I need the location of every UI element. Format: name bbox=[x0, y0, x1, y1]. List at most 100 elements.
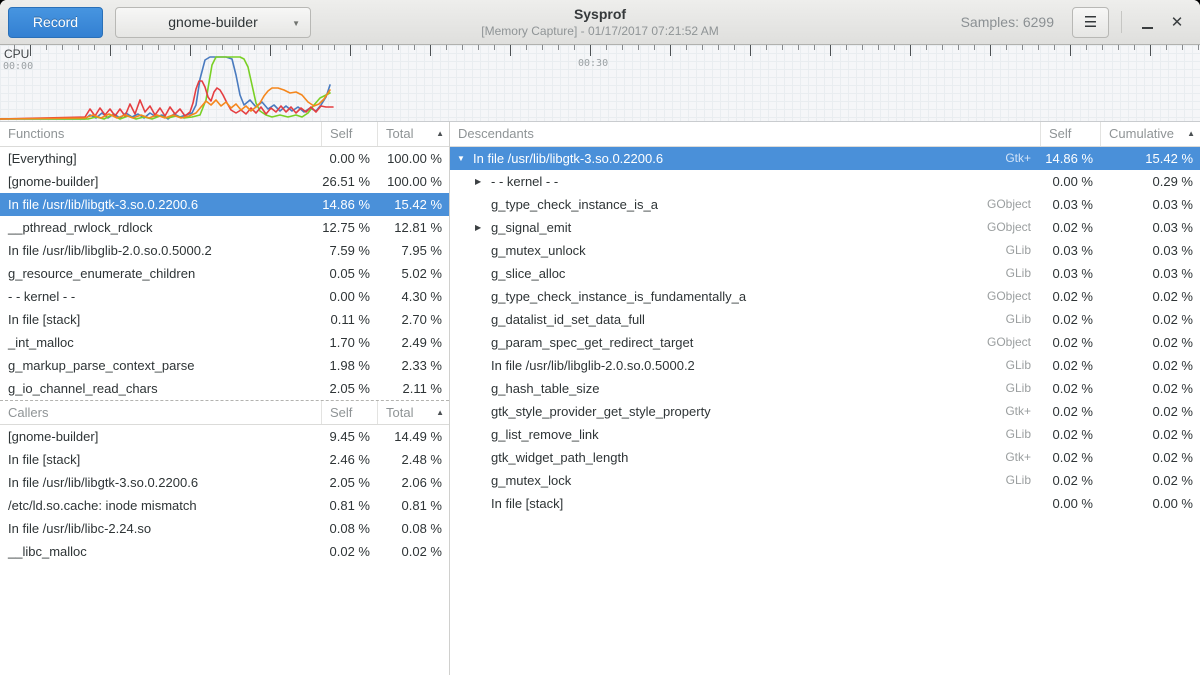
descendant-name: g_signal_emit bbox=[491, 216, 571, 239]
descendant-row[interactable]: g_datalist_id_set_data_full GLib 0.02 % … bbox=[450, 308, 1200, 331]
function-name: _int_malloc bbox=[8, 331, 74, 354]
descendant-cumulative-percent: 0.02 % bbox=[1100, 285, 1200, 308]
function-total-percent: 2.70 % bbox=[377, 308, 449, 331]
descendant-self-percent: 0.00 % bbox=[1040, 170, 1100, 193]
function-name: g_markup_parse_context_parse bbox=[8, 354, 194, 377]
menu-button[interactable]: ☰ bbox=[1072, 7, 1109, 38]
callers-total-column-header[interactable]: Total ▲ bbox=[377, 401, 449, 424]
descendant-row[interactable]: In file /usr/lib/libglib-2.0.so.0.5000.2… bbox=[450, 354, 1200, 377]
descendant-row[interactable]: ▶ g_signal_emit GObject 0.02 % 0.03 % bbox=[450, 216, 1200, 239]
caller-row[interactable]: [gnome-builder] 9.45 % 14.49 % bbox=[0, 425, 449, 448]
function-total-percent: 2.49 % bbox=[377, 331, 449, 354]
library-tag: GLib bbox=[1000, 239, 1040, 262]
chevron-down-icon: ▼ bbox=[292, 19, 300, 28]
caller-row[interactable]: __libc_malloc 0.02 % 0.02 % bbox=[0, 540, 449, 563]
timeline-start-time: 00:00 bbox=[3, 61, 33, 72]
cpu-timeline-graph[interactable]: CPU 00:00 00:30 bbox=[0, 45, 1200, 122]
function-row[interactable]: _int_malloc 1.70 % 2.49 % bbox=[0, 331, 449, 354]
cpu-graph-canvas bbox=[0, 45, 1200, 121]
callers-self-column-header[interactable]: Self bbox=[321, 401, 377, 424]
timeline-mid-time: 00:30 bbox=[578, 58, 608, 69]
descendant-row[interactable]: gtk_style_provider_get_style_property Gt… bbox=[450, 400, 1200, 423]
function-row[interactable]: g_io_channel_read_chars 2.05 % 2.11 % bbox=[0, 377, 449, 400]
function-total-percent: 100.00 % bbox=[377, 170, 449, 193]
descendant-row[interactable]: g_type_check_instance_is_fundamentally_a… bbox=[450, 285, 1200, 308]
descendant-row[interactable]: g_mutex_unlock GLib 0.03 % 0.03 % bbox=[450, 239, 1200, 262]
descendant-name: g_type_check_instance_is_fundamentally_a bbox=[491, 285, 746, 308]
descendant-row[interactable]: g_mutex_lock GLib 0.02 % 0.02 % bbox=[450, 469, 1200, 492]
callers-total-label: Total bbox=[386, 401, 413, 424]
descendant-row[interactable]: g_param_spec_get_redirect_target GObject… bbox=[450, 331, 1200, 354]
descendants-self-column-header[interactable]: Self bbox=[1040, 122, 1100, 146]
caller-self-percent: 9.45 % bbox=[321, 425, 377, 448]
titlebar-separator bbox=[1121, 11, 1122, 33]
descendant-self-percent: 0.02 % bbox=[1040, 446, 1100, 469]
function-row[interactable]: g_resource_enumerate_children 0.05 % 5.0… bbox=[0, 262, 449, 285]
descendant-row[interactable]: ▶ - - kernel - - 0.00 % 0.29 % bbox=[450, 170, 1200, 193]
caller-row[interactable]: /etc/ld.so.cache: inode mismatch 0.81 % … bbox=[0, 494, 449, 517]
descendant-self-percent: 0.03 % bbox=[1040, 239, 1100, 262]
descendant-row[interactable]: g_slice_alloc GLib 0.03 % 0.03 % bbox=[450, 262, 1200, 285]
tree-expander-icon[interactable]: ▶ bbox=[475, 170, 491, 193]
descendant-cumulative-percent: 0.02 % bbox=[1100, 331, 1200, 354]
sysprof-window: Record gnome-builder ▼ Sysprof [Memory C… bbox=[0, 0, 1200, 675]
caller-row[interactable]: In file /usr/lib/libgtk-3.so.0.2200.6 2.… bbox=[0, 471, 449, 494]
function-row[interactable]: In file [stack] 0.11 % 2.70 % bbox=[0, 308, 449, 331]
function-self-percent: 14.86 % bbox=[321, 193, 377, 216]
descendants-table: ▼ In file /usr/lib/libgtk-3.so.0.2200.6 … bbox=[450, 147, 1200, 515]
descendant-name: g_list_remove_link bbox=[491, 423, 599, 446]
process-selector-value: gnome-builder bbox=[168, 14, 258, 30]
function-row[interactable]: __pthread_rwlock_rdlock 12.75 % 12.81 % bbox=[0, 216, 449, 239]
functions-total-label: Total bbox=[386, 122, 413, 146]
descendant-cumulative-percent: 0.03 % bbox=[1100, 216, 1200, 239]
descendant-cumulative-percent: 15.42 % bbox=[1100, 147, 1200, 170]
minimize-button[interactable] bbox=[1132, 7, 1162, 38]
functions-self-column-header[interactable]: Self bbox=[321, 122, 377, 146]
descendant-cumulative-percent: 0.02 % bbox=[1100, 354, 1200, 377]
close-icon: ✕ bbox=[1171, 15, 1184, 30]
descendant-row[interactable]: g_hash_table_size GLib 0.02 % 0.02 % bbox=[450, 377, 1200, 400]
caller-total-percent: 0.81 % bbox=[377, 494, 449, 517]
descendant-name: g_hash_table_size bbox=[491, 377, 599, 400]
function-total-percent: 100.00 % bbox=[377, 147, 449, 170]
callers-column-header[interactable]: Callers bbox=[0, 401, 321, 424]
caller-name: [gnome-builder] bbox=[8, 425, 98, 448]
descendants-column-header[interactable]: Descendants bbox=[450, 122, 1040, 146]
process-selector-dropdown[interactable]: gnome-builder ▼ bbox=[115, 7, 311, 38]
function-row[interactable]: g_markup_parse_context_parse 1.98 % 2.33… bbox=[0, 354, 449, 377]
descendant-cumulative-percent: 0.29 % bbox=[1100, 170, 1200, 193]
titlebar: Record gnome-builder ▼ Sysprof [Memory C… bbox=[0, 0, 1200, 45]
functions-total-column-header[interactable]: Total ▲ bbox=[377, 122, 449, 146]
functions-column-header[interactable]: Functions bbox=[0, 122, 321, 146]
caller-row[interactable]: In file [stack] 2.46 % 2.48 % bbox=[0, 448, 449, 471]
function-row[interactable]: [Everything] 0.00 % 100.00 % bbox=[0, 147, 449, 170]
function-row[interactable]: [gnome-builder] 26.51 % 100.00 % bbox=[0, 170, 449, 193]
descendants-cumulative-column-header[interactable]: Cumulative ▲ bbox=[1100, 122, 1200, 146]
descendant-self-percent: 0.00 % bbox=[1040, 492, 1100, 515]
descendant-name: g_type_check_instance_is_a bbox=[491, 193, 658, 216]
function-row[interactable]: - - kernel - - 0.00 % 4.30 % bbox=[0, 285, 449, 308]
descendant-row[interactable]: g_type_check_instance_is_a GObject 0.03 … bbox=[450, 193, 1200, 216]
descendant-self-percent: 0.02 % bbox=[1040, 331, 1100, 354]
descendant-row[interactable]: ▼ In file /usr/lib/libgtk-3.so.0.2200.6 … bbox=[450, 147, 1200, 170]
descendant-name: gtk_widget_path_length bbox=[491, 446, 628, 469]
descendant-row[interactable]: g_list_remove_link GLib 0.02 % 0.02 % bbox=[450, 423, 1200, 446]
descendant-self-percent: 0.03 % bbox=[1040, 193, 1100, 216]
function-name: __pthread_rwlock_rdlock bbox=[8, 216, 153, 239]
descendant-row[interactable]: gtk_widget_path_length Gtk+ 0.02 % 0.02 … bbox=[450, 446, 1200, 469]
tree-expander-icon[interactable]: ▶ bbox=[475, 216, 491, 239]
descendant-cumulative-percent: 0.02 % bbox=[1100, 469, 1200, 492]
caller-row[interactable]: In file /usr/lib/libc-2.24.so 0.08 % 0.0… bbox=[0, 517, 449, 540]
close-button[interactable]: ✕ bbox=[1162, 7, 1192, 38]
function-row[interactable]: In file /usr/lib/libgtk-3.so.0.2200.6 14… bbox=[0, 193, 449, 216]
function-name: g_resource_enumerate_children bbox=[8, 262, 195, 285]
functions-table-header: Functions Self Total ▲ bbox=[0, 122, 449, 147]
caller-self-percent: 2.46 % bbox=[321, 448, 377, 471]
record-button[interactable]: Record bbox=[8, 7, 103, 38]
tree-expander-icon[interactable]: ▼ bbox=[457, 147, 473, 170]
function-total-percent: 4.30 % bbox=[377, 285, 449, 308]
function-name: [gnome-builder] bbox=[8, 170, 98, 193]
library-tag: GObject bbox=[981, 331, 1040, 354]
descendant-row[interactable]: In file [stack] 0.00 % 0.00 % bbox=[450, 492, 1200, 515]
function-row[interactable]: In file /usr/lib/libglib-2.0.so.0.5000.2… bbox=[0, 239, 449, 262]
